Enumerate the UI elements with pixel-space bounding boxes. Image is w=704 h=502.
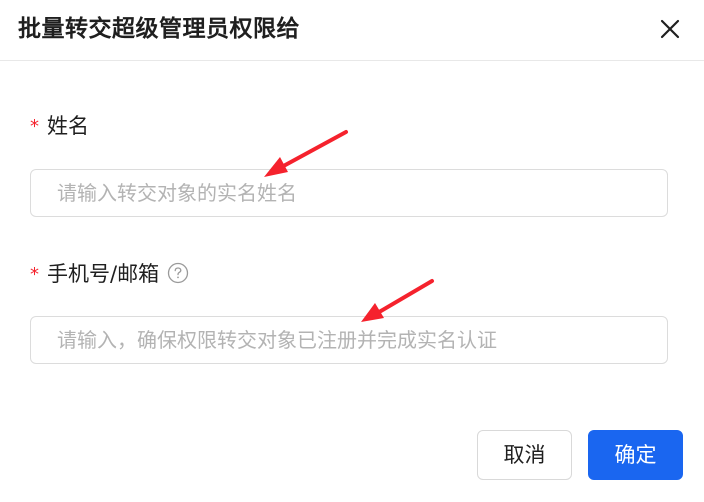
transfer-admin-dialog: 批量转交超级管理员权限给 * 姓名 * 手机号/邮箱 取消 确定 xyxy=(0,0,704,502)
required-mark: * xyxy=(30,264,39,285)
contact-label-text: 手机号/邮箱 xyxy=(47,262,160,286)
contact-field-label: * 手机号/邮箱 xyxy=(30,259,189,291)
contact-input[interactable] xyxy=(30,316,668,364)
name-field-label: * 姓名 xyxy=(30,111,89,143)
name-label-text: 姓名 xyxy=(47,114,89,138)
close-icon[interactable] xyxy=(658,17,682,41)
confirm-button[interactable]: 确定 xyxy=(588,430,683,480)
cancel-button[interactable]: 取消 xyxy=(477,430,572,480)
required-mark: * xyxy=(30,116,39,137)
question-circle-icon[interactable] xyxy=(167,262,189,284)
dialog-title: 批量转交超级管理员权限给 xyxy=(18,16,300,42)
name-input[interactable] xyxy=(30,169,668,217)
dialog-header: 批量转交超级管理员权限给 xyxy=(0,0,704,61)
